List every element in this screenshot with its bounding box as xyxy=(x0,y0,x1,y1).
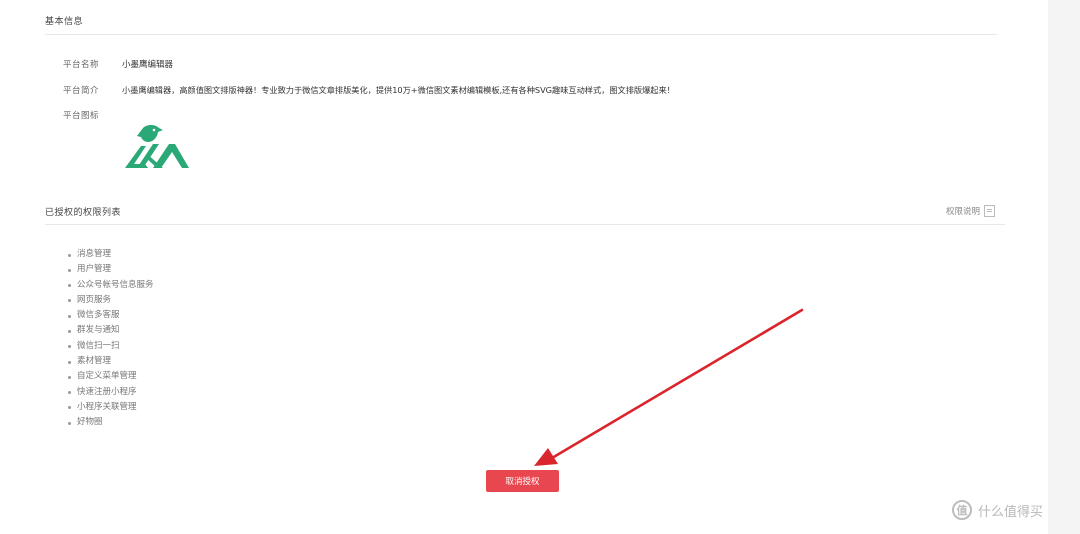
permission-item: 快速注册小程序 xyxy=(68,385,154,400)
platform-name-label: 平台名称 xyxy=(63,60,100,70)
permission-item: 微信扫一扫 xyxy=(68,339,154,354)
watermark-text: 什么值得买 xyxy=(978,504,1044,520)
cancel-authorization-button[interactable]: 取消授权 xyxy=(486,470,559,492)
permission-item: 自定义菜单管理 xyxy=(68,369,154,384)
platform-intro-label: 平台简介 xyxy=(63,86,100,96)
site-watermark: 值 什么值得买 xyxy=(952,500,1043,520)
permission-item: 素材管理 xyxy=(68,354,154,369)
permission-help-label: 权限说明 xyxy=(946,207,981,217)
permission-item: 群发与通知 xyxy=(68,323,154,338)
permissions-title: 已授权的权限列表 xyxy=(45,208,122,218)
permission-item: 微信多客服 xyxy=(68,308,154,323)
permission-help-link[interactable]: 权限说明 xyxy=(946,205,996,217)
platform-name-value: 小墨鹰编辑器 xyxy=(122,60,174,70)
platform-intro-value: 小墨鹰编辑器，高颜值图文排版神器！专业致力于微信文章排版美化，提供10万+微信图… xyxy=(122,85,675,95)
right-scroll-strip xyxy=(1048,0,1080,534)
basic-info-divider xyxy=(45,34,997,35)
permission-item: 好物圈 xyxy=(68,415,154,430)
permission-item: 消息管理 xyxy=(68,247,154,262)
permissions-divider xyxy=(45,224,1005,225)
watermark-logo-icon: 值 xyxy=(952,500,972,520)
platform-logo-icon xyxy=(125,125,189,168)
permission-list: 消息管理 用户管理 公众号帐号信息服务 网页服务 微信多客服 群发与通知 微信扫… xyxy=(68,247,154,431)
permission-item: 公众号帐号信息服务 xyxy=(68,278,154,293)
platform-icon-label: 平台图标 xyxy=(63,111,100,121)
permission-item: 小程序关联管理 xyxy=(68,400,154,415)
annotation-arrow-icon xyxy=(534,308,804,466)
permission-item: 网页服务 xyxy=(68,293,154,308)
document-icon xyxy=(984,205,996,217)
permission-item: 用户管理 xyxy=(68,262,154,277)
basic-info-title: 基本信息 xyxy=(45,17,84,27)
